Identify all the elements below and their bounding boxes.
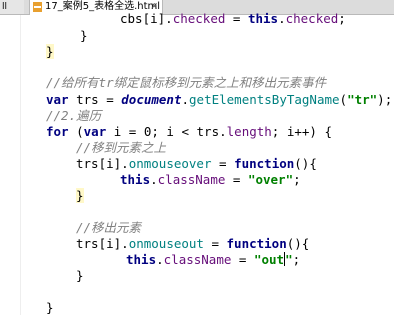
code-line: } [76, 188, 84, 203]
code-comment: //移出元素 [76, 220, 142, 235]
code-line: } [80, 28, 88, 43]
code-line: this.className = "out"; [126, 252, 301, 267]
code-line: trs[i].onmouseover = function(){ [76, 156, 317, 171]
code-line: trs[i].onmouseout = function(){ [76, 236, 310, 251]
code-line: cbs[i].checked = this.checked; [120, 11, 346, 26]
html-file-icon [33, 2, 42, 12]
code-line: } [46, 300, 54, 315]
code-comment: //移到元素之上 [76, 140, 167, 155]
code-line: } [46, 44, 54, 59]
tab-previous-file[interactable]: ll [0, 0, 24, 14]
code-line: this.className = "over"; [120, 172, 301, 187]
code-line: } [76, 268, 84, 283]
code-line: var trs = document.getElementsByTagName(… [46, 92, 393, 107]
code-line: for (var i = 0; i < trs.length; i++) { [46, 124, 333, 139]
code-editor[interactable]: cbs[i].checked = this.checked; } } //给所有… [0, 11, 394, 315]
code-comment: //给所有tr绑定鼠标移到元素之上和移出元素事件 [46, 75, 327, 90]
code-comment: //2.遍历 [46, 108, 102, 123]
indent-guide [20, 15, 21, 315]
